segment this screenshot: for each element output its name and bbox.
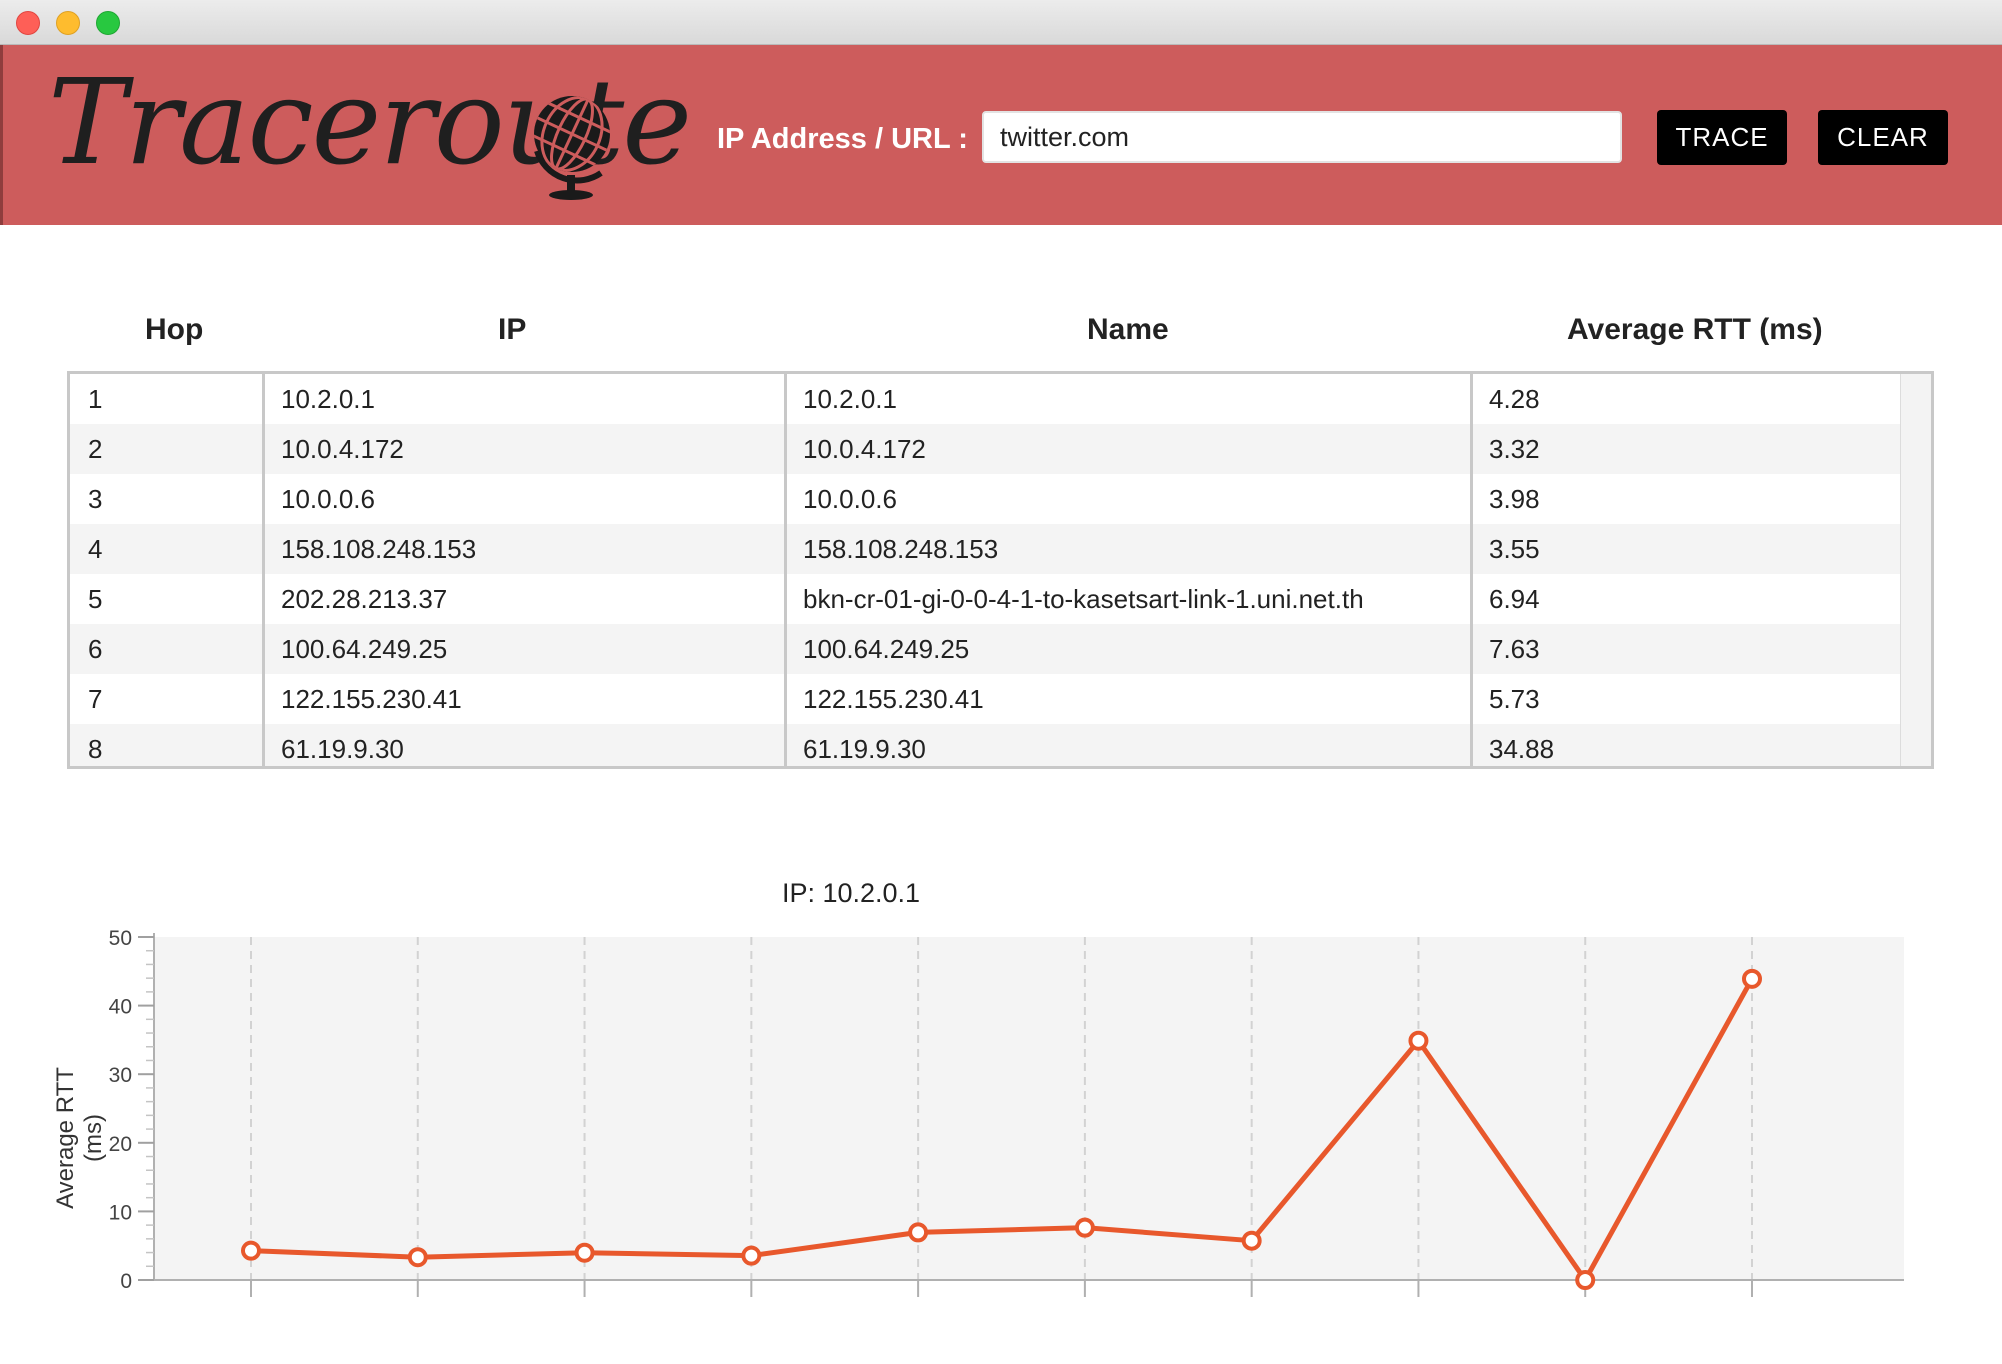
name-cell: 10.2.0.1 (803, 384, 897, 414)
table-row[interactable]: 4 158.108.248.153 158.108.248.153 3.55 (70, 524, 1902, 574)
ip-cell: 122.155.230.41 (281, 684, 462, 714)
data-point (1408, 1030, 1429, 1051)
data-point (407, 1247, 428, 1268)
data-point (574, 1242, 595, 1263)
table-row[interactable]: 3 10.0.0.6 10.0.0.6 3.98 (70, 474, 1902, 524)
ip-cell: 100.64.249.25 (281, 634, 448, 664)
app-header: Traceroute IP Address / URL : TRACE CLEA… (0, 45, 2002, 225)
table-row[interactable]: 5 202.28.213.37 bkn-cr-01-gi-0-0-4-1-to-… (70, 574, 1902, 624)
table-row[interactable]: 6 100.64.249.25 100.64.249.25 7.63 (70, 624, 1902, 674)
hop-cell: 5 (88, 584, 103, 614)
name-cell: 61.19.9.30 (803, 734, 926, 764)
y-tick-label: 30 (109, 1064, 132, 1087)
name-cell: bkn-cr-01-gi-0-0-4-1-to-kasetsart-link-1… (803, 584, 1364, 614)
hop-cell: 3 (88, 484, 103, 514)
data-point (908, 1222, 929, 1243)
url-input[interactable] (982, 111, 1622, 163)
chart-y-axis-label: Average RTT (ms) (52, 1067, 107, 1209)
ip-cell: 10.0.4.172 (281, 434, 404, 464)
hop-cell: 1 (88, 384, 103, 414)
y-tick-label: 10 (109, 1201, 132, 1224)
hop-cell: 2 (88, 434, 103, 464)
table-row[interactable]: 8 61.19.9.30 61.19.9.30 34.88 (70, 724, 1902, 766)
data-point (741, 1245, 762, 1266)
name-cell: 10.0.4.172 (803, 434, 926, 464)
rtt-cell: 5.73 (1489, 684, 1540, 714)
column-header-hop[interactable]: Hop (145, 313, 203, 347)
data-point (1241, 1230, 1262, 1251)
trace-button[interactable]: TRACE (1657, 110, 1787, 165)
chart-title: IP: 10.2.0.1 (781, 878, 921, 908)
close-window-button[interactable] (16, 11, 40, 35)
table-row[interactable]: 2 10.0.4.172 10.0.4.172 3.32 (70, 424, 1902, 474)
maximize-window-button[interactable] (96, 11, 120, 35)
data-point (1074, 1217, 1095, 1238)
ip-cell: 10.2.0.1 (281, 384, 375, 414)
hop-cell: 8 (88, 734, 103, 764)
table-row[interactable]: 1 10.2.0.1 10.2.0.1 4.28 (70, 374, 1902, 424)
rtt-chart-svg: 0 10 20 30 40 50 (109, 927, 1904, 1297)
rtt-cell: 34.88 (1489, 734, 1555, 764)
minimize-window-button[interactable] (56, 11, 80, 35)
data-point (241, 1240, 261, 1261)
y-tick-label: 50 (109, 927, 132, 950)
name-cell: 122.155.230.41 (803, 684, 984, 714)
clear-button[interactable]: CLEAR (1818, 110, 1948, 165)
y-tick-label: 20 (109, 1133, 132, 1156)
data-point (1575, 1270, 1596, 1290)
column-divider[interactable] (1470, 374, 1473, 766)
url-input-label: IP Address / URL : (717, 123, 968, 155)
ip-cell: 10.0.0.6 (281, 484, 375, 514)
ip-cell: 61.19.9.30 (281, 734, 404, 764)
rtt-cell: 4.28 (1489, 384, 1540, 414)
ip-cell: 202.28.213.37 (281, 584, 448, 614)
rtt-cell: 7.63 (1489, 634, 1540, 664)
column-header-average-rtt[interactable]: Average RTT (ms) (1567, 313, 1823, 347)
column-divider[interactable] (784, 374, 787, 766)
rtt-cell: 6.94 (1489, 584, 1540, 614)
y-tick-label: 40 (109, 996, 132, 1019)
hop-cell: 6 (88, 634, 103, 664)
column-header-ip[interactable]: IP (498, 313, 526, 347)
ip-cell: 158.108.248.153 (281, 534, 477, 564)
rtt-cell: 3.98 (1489, 484, 1540, 514)
table-row[interactable]: 7 122.155.230.41 122.155.230.41 5.73 (70, 674, 1902, 724)
hop-cell: 4 (88, 534, 103, 564)
name-cell: 10.0.0.6 (803, 484, 897, 514)
data-point (1742, 968, 1762, 989)
table-vertical-scrollbar[interactable] (1900, 374, 1931, 766)
column-header-name[interactable]: Name (1087, 313, 1169, 347)
y-tick-label: 0 (120, 1270, 132, 1293)
rtt-cell: 3.32 (1489, 434, 1540, 464)
hops-table[interactable]: 1 10.2.0.1 10.2.0.1 4.28 2 10.0.4.172 10… (67, 371, 1934, 769)
rtt-line-chart: 0 10 20 30 40 50 IP: 10.2.0.1 Average RTT (ms… (0, 860, 2002, 1310)
name-cell: 100.64.249.25 (803, 634, 970, 664)
name-cell: 158.108.248.153 (803, 534, 999, 564)
window-titlebar (0, 0, 2002, 45)
globe-icon (534, 96, 610, 200)
rtt-cell: 3.55 (1489, 534, 1540, 564)
hop-cell: 7 (88, 684, 103, 714)
column-divider[interactable] (262, 374, 265, 766)
